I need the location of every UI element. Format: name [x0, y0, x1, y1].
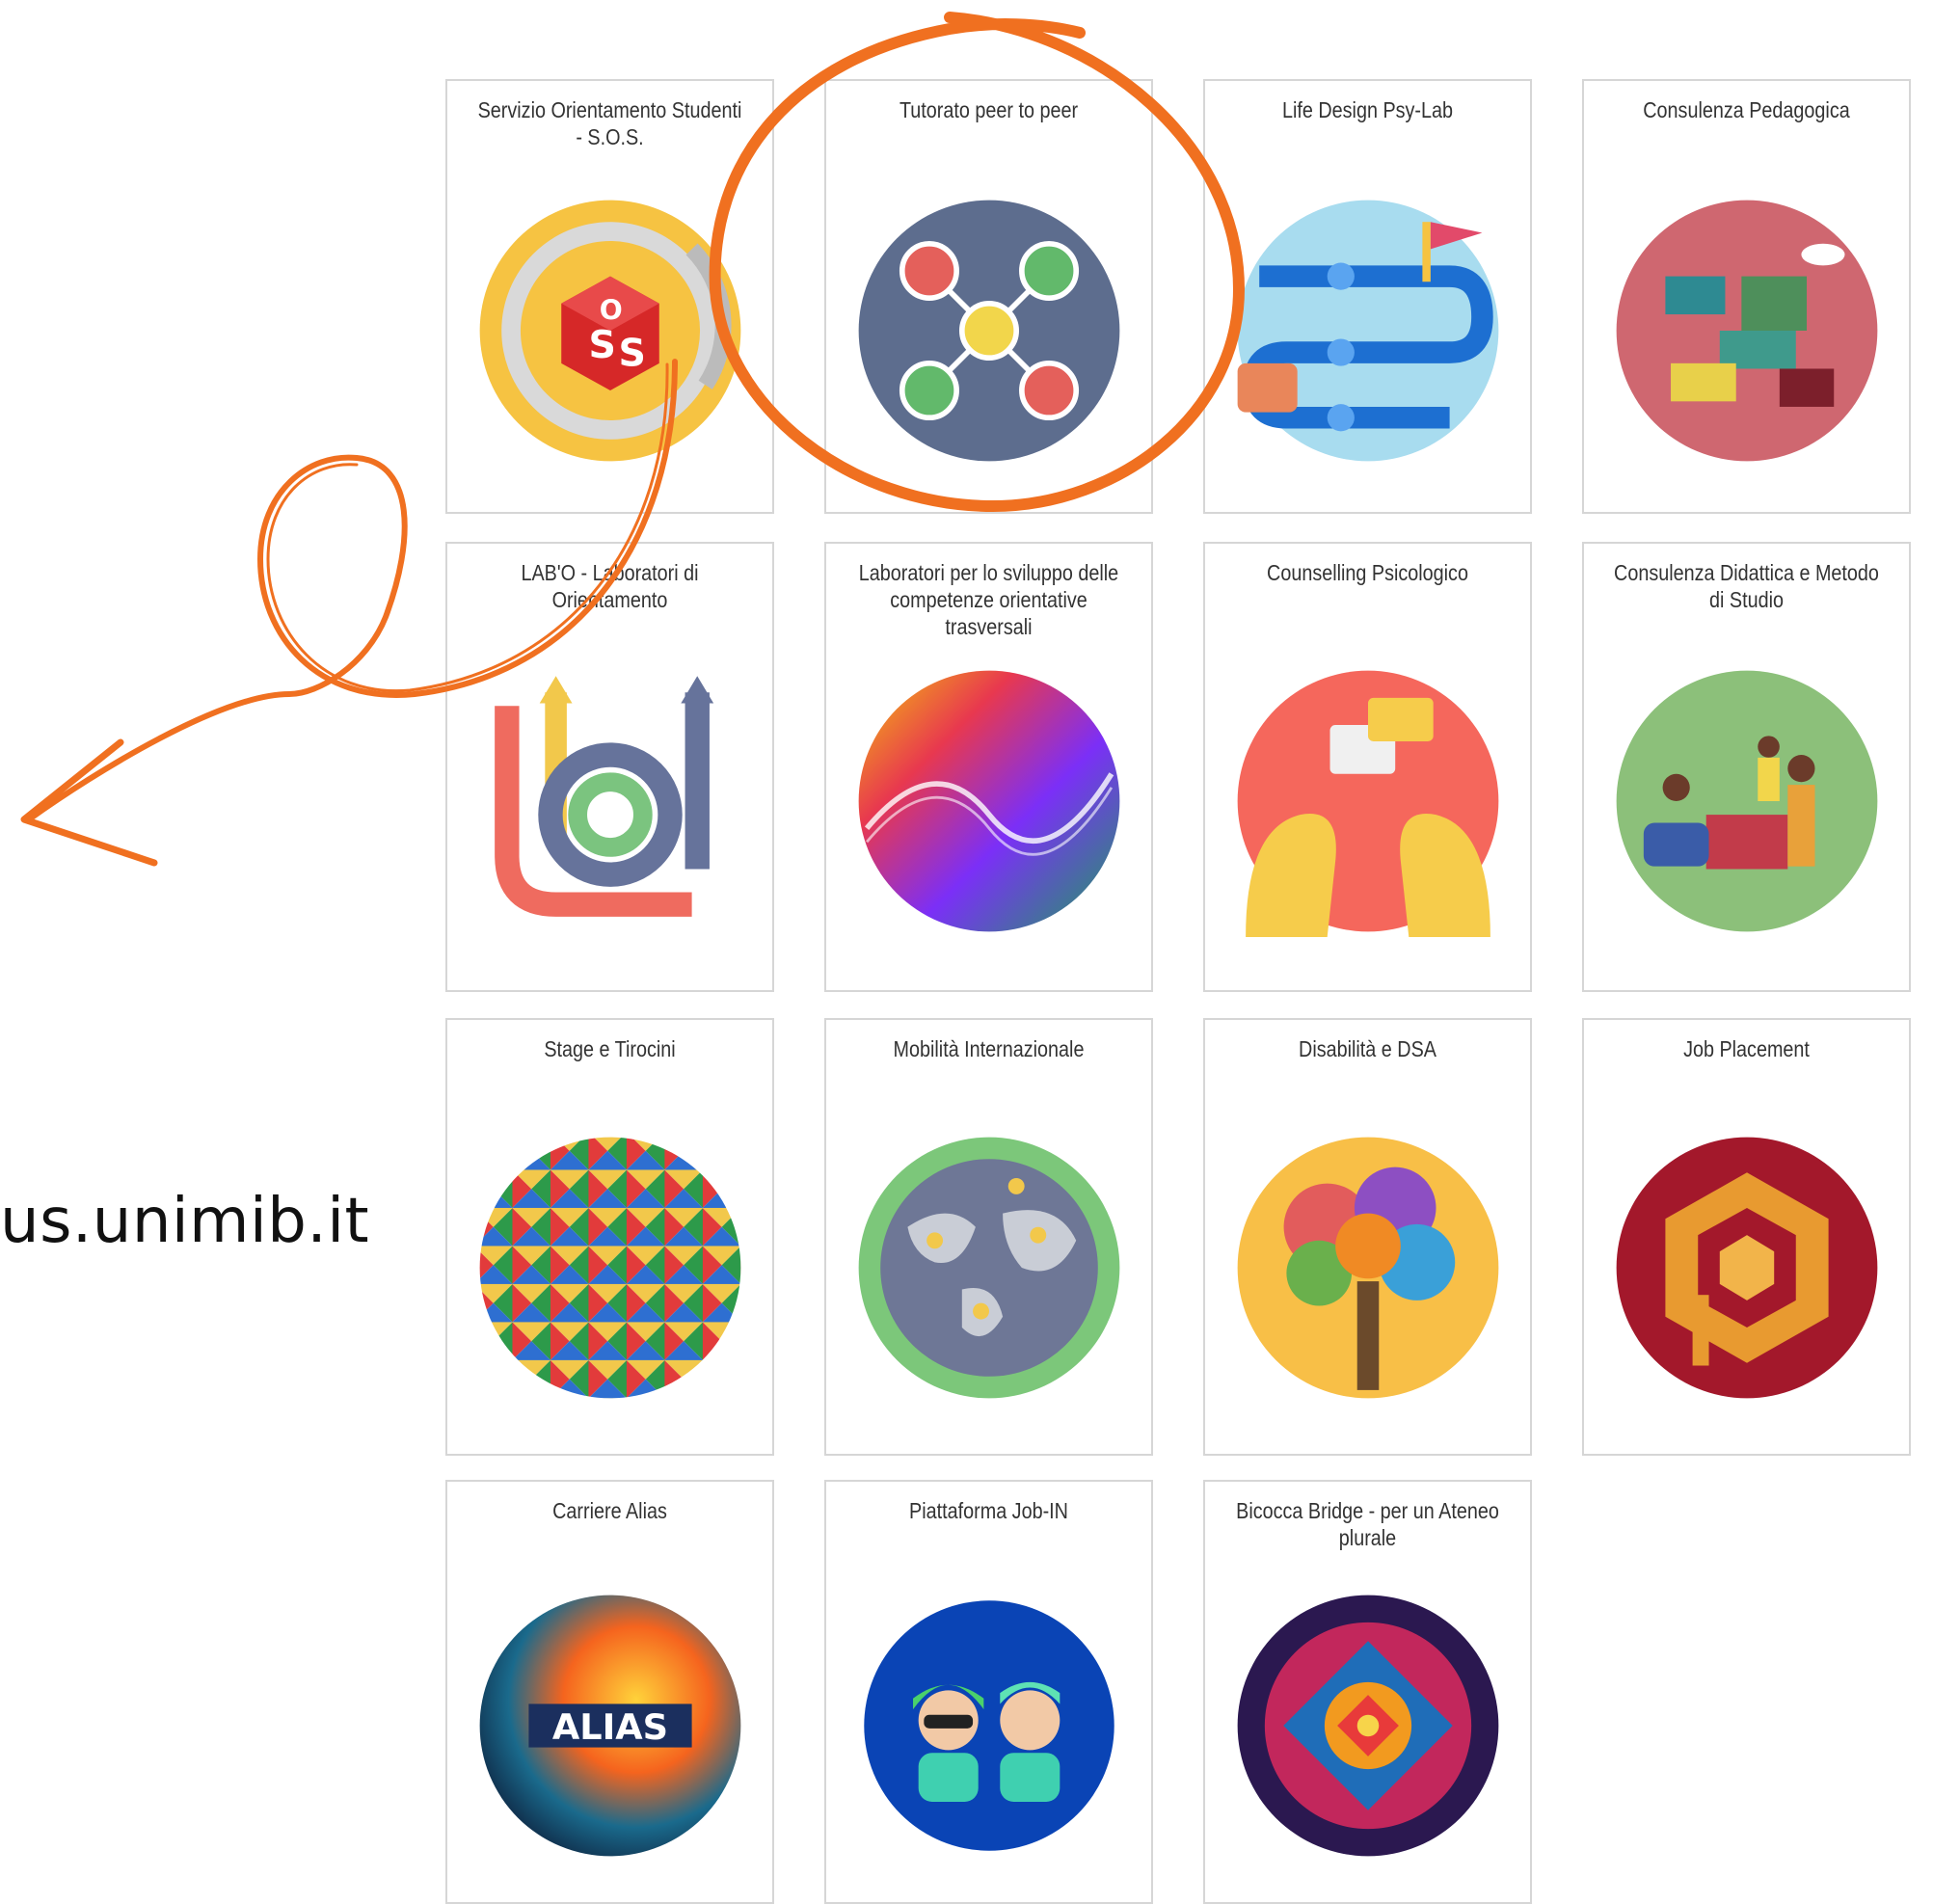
lego-blocks-icon — [1611, 195, 1883, 467]
services-grid: Servizio Orientamento Studenti - S.O.S. … — [0, 0, 1933, 1904]
labo-logo-icon — [474, 665, 746, 937]
card-stage[interactable]: Stage e Tirocini — [445, 1018, 774, 1456]
card-title: Stage e Tirocini — [544, 1036, 676, 1061]
card-laboratori-competenze[interactable]: Laboratori per lo sviluppo delle compete… — [824, 542, 1153, 992]
card-title: Laboratori per lo sviluppo delle compete… — [858, 560, 1119, 639]
avatars-icon — [853, 1590, 1125, 1862]
svg-text:S: S — [618, 332, 645, 376]
card-title: Job Placement — [1683, 1036, 1810, 1061]
card-disabilita[interactable]: Disabilità e DSA — [1203, 1018, 1532, 1456]
card-title: LAB'O - Laboratori di Orientamento — [521, 560, 699, 612]
color-wave-icon — [853, 665, 1125, 937]
card-counselling[interactable]: Counselling Psicologico — [1203, 542, 1532, 992]
card-title: Consulenza Didattica e Metodo di Studio — [1614, 560, 1879, 612]
peer-network-icon — [853, 195, 1125, 467]
svg-text:O: O — [600, 295, 623, 327]
card-carriere-alias[interactable]: Carriere Alias ALIAS — [445, 1480, 774, 1904]
path-roadmap-icon — [1232, 195, 1504, 467]
mandala-icon — [1232, 1590, 1504, 1862]
card-mobilita[interactable]: Mobilità Internazionale — [824, 1018, 1153, 1456]
card-title: Tutorato peer to peer — [899, 97, 1079, 122]
card-sos[interactable]: Servizio Orientamento Studenti - S.O.S. … — [445, 79, 774, 514]
card-consulenza-pedagogica[interactable]: Consulenza Pedagogica — [1582, 79, 1911, 514]
card-title: Mobilità Internazionale — [893, 1036, 1085, 1061]
alias-art-icon: ALIAS — [474, 1590, 746, 1862]
card-title: Life Design Psy-Lab — [1281, 97, 1454, 122]
card-title: Servizio Orientamento Studenti - S.O.S. — [477, 97, 742, 149]
card-title: Bicocca Bridge - per un Ateneo plurale — [1236, 1498, 1499, 1550]
card-title: Disabilità e DSA — [1299, 1036, 1436, 1061]
card-life-design[interactable]: Life Design Psy-Lab — [1203, 79, 1532, 514]
svg-text:S: S — [588, 323, 615, 367]
card-job-placement[interactable]: Job Placement — [1582, 1018, 1911, 1456]
card-tutorato[interactable]: Tutorato peer to peer — [824, 79, 1153, 514]
globe-people-icon — [853, 1132, 1125, 1404]
card-title: Carriere Alias — [552, 1498, 667, 1523]
dialogue-heads-icon — [1232, 665, 1504, 937]
card-consulenza-didattica[interactable]: Consulenza Didattica e Metodo di Studio — [1582, 542, 1911, 992]
card-bicocca-bridge[interactable]: Bicocca Bridge - per un Ateneo plurale — [1203, 1480, 1532, 1904]
card-title: Counselling Psicologico — [1267, 560, 1468, 585]
geometric-pattern-icon — [474, 1132, 746, 1404]
svg-text:ALIAS: ALIAS — [552, 1706, 668, 1748]
puzzle-tree-icon — [1232, 1132, 1504, 1404]
card-labo[interactable]: LAB'O - Laboratori di Orientamento — [445, 542, 774, 992]
card-title: Consulenza Pedagogica — [1643, 97, 1850, 122]
cube-logo-icon — [1611, 1132, 1883, 1404]
study-people-icon — [1611, 665, 1883, 937]
card-title: Piattaforma Job-IN — [909, 1498, 1068, 1523]
card-job-in[interactable]: Piattaforma Job-IN — [824, 1480, 1153, 1904]
sos-badge-icon: S S O — [474, 195, 746, 467]
